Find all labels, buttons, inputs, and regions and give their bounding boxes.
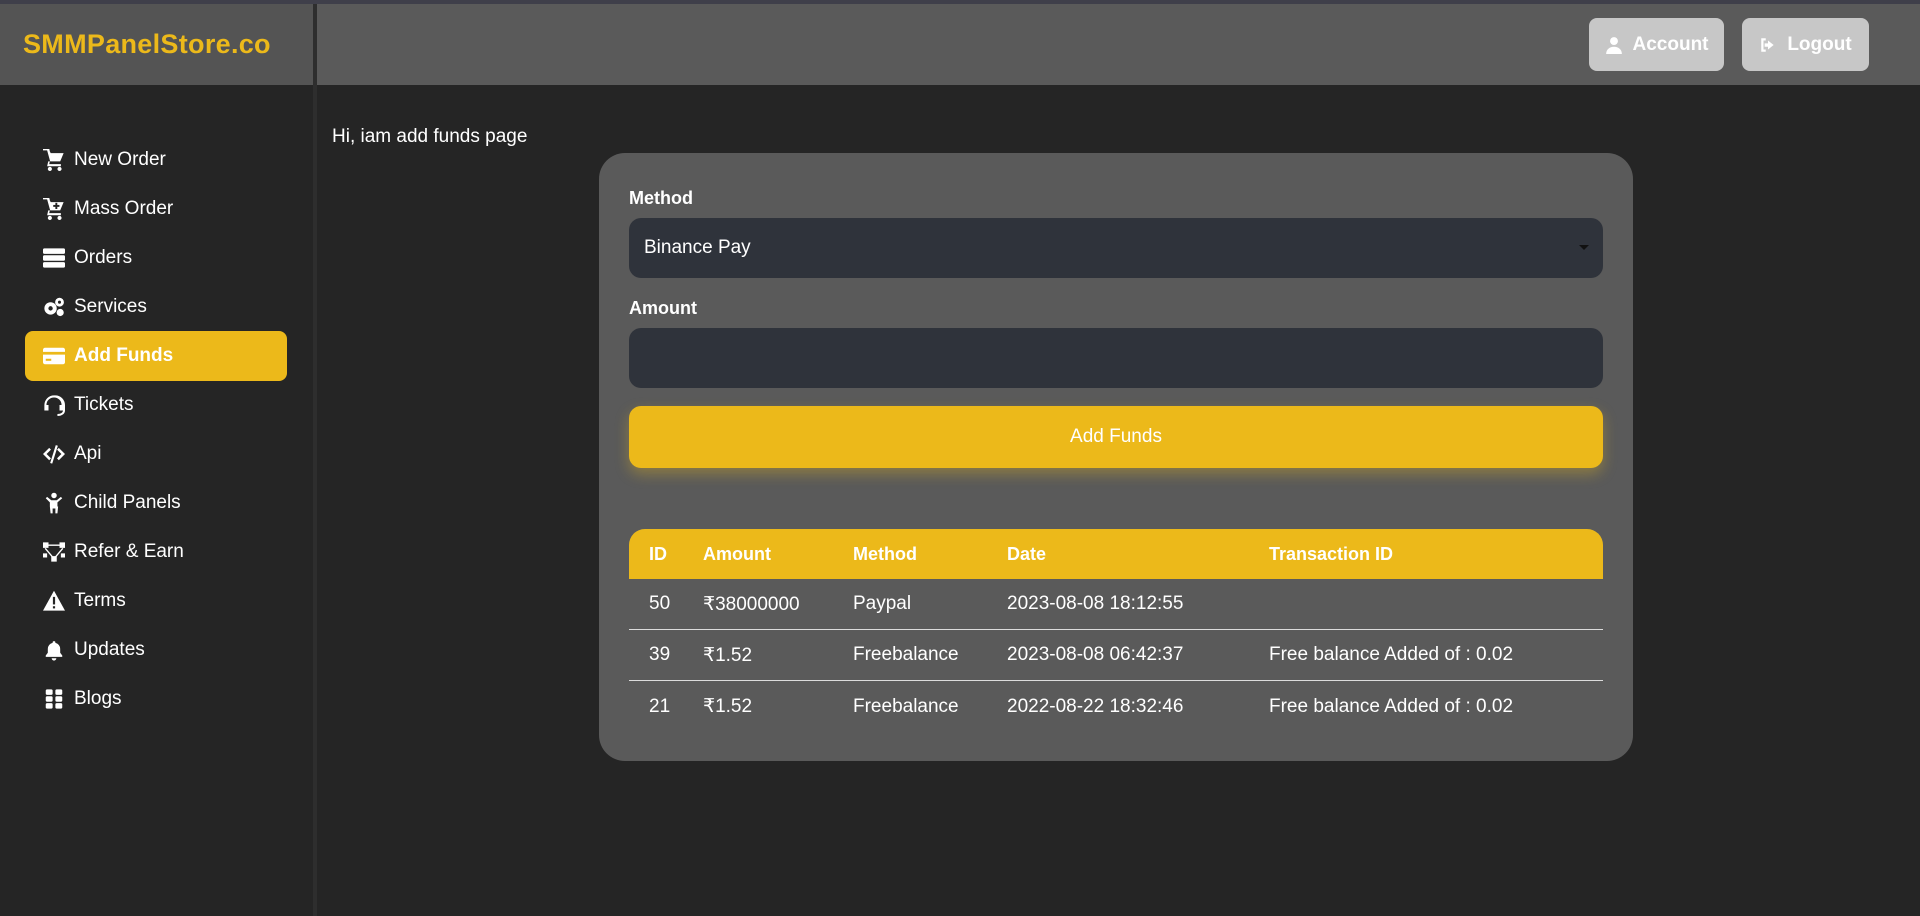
page-greeting: Hi, iam add funds page — [332, 126, 528, 147]
sidebar-item-services[interactable]: Services — [25, 282, 287, 332]
sidebar-item-label: Mass Order — [74, 198, 174, 219]
sidebar-item-orders[interactable]: Orders — [25, 233, 287, 283]
method-select[interactable]: Binance Pay — [629, 218, 1603, 278]
sidebar-item-refer-earn[interactable]: Refer & Earn — [25, 527, 287, 577]
sidebar-item-add-funds[interactable]: Add Funds — [25, 331, 287, 381]
child-icon — [45, 492, 63, 514]
sidebar-item-label: Api — [74, 443, 102, 464]
cell-date: 2022-08-22 18:32:46 — [1007, 695, 1184, 717]
cell-method: Freebalance — [853, 695, 959, 717]
code-icon — [43, 445, 65, 464]
sidebar-item-label: Refer & Earn — [74, 541, 184, 562]
account-button[interactable]: Account — [1589, 18, 1724, 71]
sidebar-divider — [313, 4, 317, 916]
cell-transaction-id: Free balance Added of : 0.02 — [1269, 695, 1514, 717]
amount-input[interactable] — [629, 328, 1603, 388]
cart-plus-icon — [43, 198, 64, 220]
caret-down-icon — [1579, 245, 1589, 250]
cell-method: Freebalance — [853, 644, 959, 665]
sidebar-item-label: Add Funds — [74, 345, 174, 366]
column-header-date: Date — [1007, 543, 1047, 564]
server-icon — [43, 248, 65, 268]
account-button-label: Account — [1632, 33, 1709, 55]
sidebar-item-label: Child Panels — [74, 492, 181, 513]
column-header-method: Method — [853, 543, 917, 564]
column-header-amount: Amount — [703, 543, 771, 564]
method-label: Method — [629, 188, 693, 208]
sidebar-item-blogs[interactable]: Blogs — [25, 674, 287, 724]
column-header-transaction-id: Transaction ID — [1269, 543, 1394, 564]
sidebar-item-label: Blogs — [74, 688, 122, 709]
credit-card-icon — [43, 347, 65, 365]
sidebar-item-terms[interactable]: Terms — [25, 576, 287, 626]
cell-id: 21 — [649, 695, 671, 717]
sidebar-item-child-panels[interactable]: Child Panels — [25, 478, 287, 528]
grid-icon — [45, 689, 63, 709]
logout-icon — [1761, 37, 1774, 52]
headset-icon — [44, 395, 65, 416]
sidebar-item-label: Services — [74, 296, 147, 317]
sidebar-item-label: Tickets — [74, 394, 134, 415]
add-funds-button[interactable]: Add Funds — [629, 406, 1603, 468]
network-icon — [43, 542, 65, 562]
cell-date: 2023-08-08 18:12:55 — [1007, 593, 1184, 614]
sidebar-item-new-order[interactable]: New Order — [25, 135, 287, 185]
cell-method: Paypal — [853, 593, 912, 614]
sidebar-item-api[interactable]: Api — [25, 429, 287, 479]
brand-logo[interactable]: SMMPanelStore.co — [0, 4, 313, 85]
sidebar-item-mass-order[interactable]: Mass Order — [25, 184, 287, 234]
sidebar-item-tickets[interactable]: Tickets — [25, 380, 287, 430]
cell-amount: ₹1.52 — [703, 696, 753, 717]
gears-icon — [44, 297, 64, 317]
bell-icon — [45, 641, 63, 661]
top-header: Account Logout — [317, 4, 1920, 85]
amount-label: Amount — [629, 298, 697, 318]
cell-id: 39 — [649, 644, 671, 665]
cell-transaction-id: Free balance Added of : 0.02 — [1269, 644, 1514, 665]
table-row: 50 ₹38000000 Paypal 2023-08-08 18:12:55 — [629, 579, 1603, 630]
table-header: ID Amount Method Date Transaction ID — [629, 529, 1603, 579]
cell-id: 50 — [649, 593, 671, 614]
sidebar: New Order Mass Order Orders Services Add… — [0, 85, 313, 916]
column-header-id: ID — [649, 543, 667, 564]
cell-amount: ₹1.52 — [703, 644, 753, 666]
cell-date: 2023-08-08 06:42:37 — [1007, 644, 1184, 665]
logout-button-label: Logout — [1787, 33, 1852, 55]
user-icon — [1605, 36, 1622, 54]
cell-amount: ₹38000000 — [703, 593, 800, 615]
sidebar-item-label: Orders — [74, 247, 133, 268]
sidebar-item-label: Updates — [74, 639, 145, 660]
table-row: 21 ₹1.52 Freebalance 2022-08-22 18:32:46… — [629, 681, 1603, 732]
sidebar-item-label: New Order — [74, 149, 166, 170]
method-select-value: Binance Pay — [644, 237, 751, 258]
add-funds-card: Method Binance Pay Amount Add Funds ID A… — [599, 153, 1633, 761]
sidebar-item-label: Terms — [74, 590, 126, 611]
logout-button[interactable]: Logout — [1742, 18, 1869, 71]
funds-history-table: ID Amount Method Date Transaction ID 50 … — [629, 529, 1603, 732]
warning-icon — [43, 590, 65, 611]
table-row: 39 ₹1.52 Freebalance 2023-08-08 06:42:37… — [629, 630, 1603, 681]
sidebar-item-updates[interactable]: Updates — [25, 625, 287, 675]
cart-icon — [43, 149, 64, 171]
